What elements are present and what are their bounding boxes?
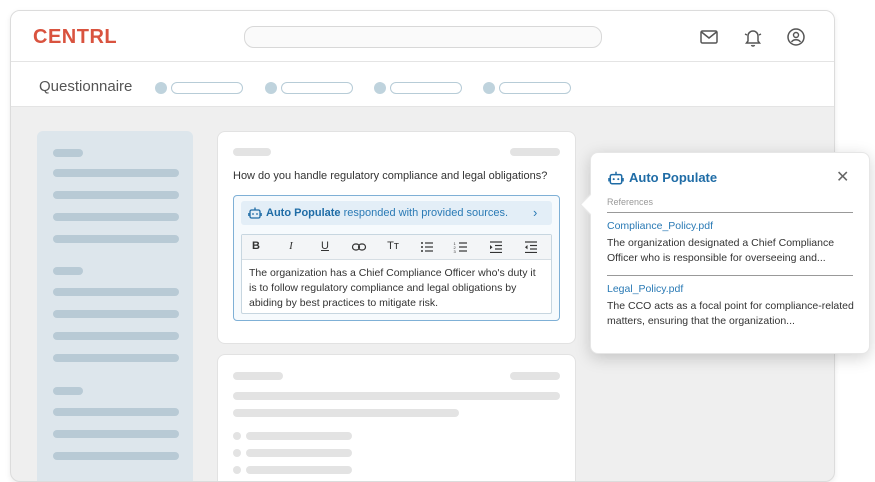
answer-editor[interactable]: B I U Tт 123 The organization has a Chie… — [241, 234, 552, 314]
skeleton-bar — [510, 372, 560, 380]
divider — [607, 212, 853, 213]
underline-icon[interactable]: U — [317, 240, 333, 252]
skeleton-bar — [233, 392, 560, 400]
skeleton-bar — [53, 452, 179, 460]
bold-icon[interactable]: B — [248, 240, 264, 252]
divider — [607, 275, 853, 276]
skeleton-bar — [53, 387, 83, 395]
chevron-right-icon[interactable]: › — [533, 205, 537, 220]
link-icon[interactable] — [351, 241, 367, 253]
auto-populate-popover: Auto Populate ✕ References Compliance_Po… — [579, 152, 870, 354]
skeleton-bar — [53, 310, 179, 318]
robot-icon — [248, 207, 262, 219]
auto-populate-label: Auto Populate — [266, 207, 341, 219]
skeleton-bar — [53, 267, 83, 275]
skeleton-bar — [53, 191, 179, 199]
skeleton-bar — [53, 354, 179, 362]
answer-text[interactable]: The organization has a Chief Compliance … — [249, 266, 545, 311]
skeleton-bar — [233, 372, 283, 380]
skeleton-bar — [53, 149, 83, 157]
auto-populate-box: Auto Populate responded with provided so… — [233, 195, 560, 321]
auto-populate-banner[interactable]: Auto Populate responded with provided so… — [241, 201, 552, 225]
search-input[interactable] — [244, 26, 602, 48]
skeleton-dot — [233, 449, 241, 457]
reference-excerpt: The CCO acts as a focal point for compli… — [607, 300, 854, 327]
skeleton-bar — [53, 430, 179, 438]
logo: CENTRL — [33, 26, 118, 48]
skeleton-bar — [246, 449, 352, 457]
skeleton-bar — [510, 148, 560, 156]
skeleton-dot — [233, 432, 241, 440]
question-text: How do you handle regulatory compliance … — [233, 170, 548, 182]
references-label: References — [607, 197, 654, 207]
reference-link[interactable]: Legal_Policy.pdf — [607, 283, 683, 295]
skeleton-bar — [53, 288, 179, 296]
bell-icon[interactable] — [742, 26, 764, 48]
sub-bar: Questionnaire — [11, 62, 834, 107]
skeleton-bar — [53, 169, 179, 177]
reference-excerpt: The organization designated a Chief Comp… — [607, 237, 835, 264]
numbered-list-icon[interactable]: 123 — [453, 241, 469, 253]
skeleton-bar — [53, 213, 179, 221]
popover-title: Auto Populate — [629, 170, 718, 185]
auto-populate-message: responded with provided sources. — [340, 207, 509, 219]
robot-icon — [608, 171, 624, 185]
reference-link[interactable]: Compliance_Policy.pdf — [607, 220, 713, 232]
skeleton-bar — [246, 432, 352, 440]
skeleton-bar — [53, 408, 179, 416]
question-card-placeholder — [217, 354, 576, 481]
skeleton-bar — [233, 409, 459, 417]
top-bar: CENTRL — [11, 11, 834, 62]
editor-toolbar: B I U Tт 123 — [242, 235, 551, 260]
indent-icon[interactable] — [488, 241, 504, 253]
outdent-icon[interactable] — [523, 241, 539, 253]
svg-text:3: 3 — [454, 249, 457, 253]
skeleton-bar — [53, 332, 179, 340]
question-card: How do you handle regulatory compliance … — [217, 131, 576, 344]
page-title: Questionnaire — [39, 78, 133, 95]
text-size-icon[interactable]: Tт — [385, 240, 401, 252]
italic-icon[interactable]: I — [283, 240, 299, 252]
skeleton-bar — [246, 466, 352, 474]
mail-icon[interactable] — [698, 26, 720, 48]
user-icon[interactable] — [785, 26, 807, 48]
skeleton-bar — [233, 148, 271, 156]
skeleton-bar — [53, 235, 179, 243]
bullet-list-icon[interactable] — [419, 241, 435, 253]
skeleton-dot — [233, 466, 241, 474]
sidebar-panel — [37, 131, 193, 481]
close-icon[interactable]: ✕ — [836, 167, 849, 187]
